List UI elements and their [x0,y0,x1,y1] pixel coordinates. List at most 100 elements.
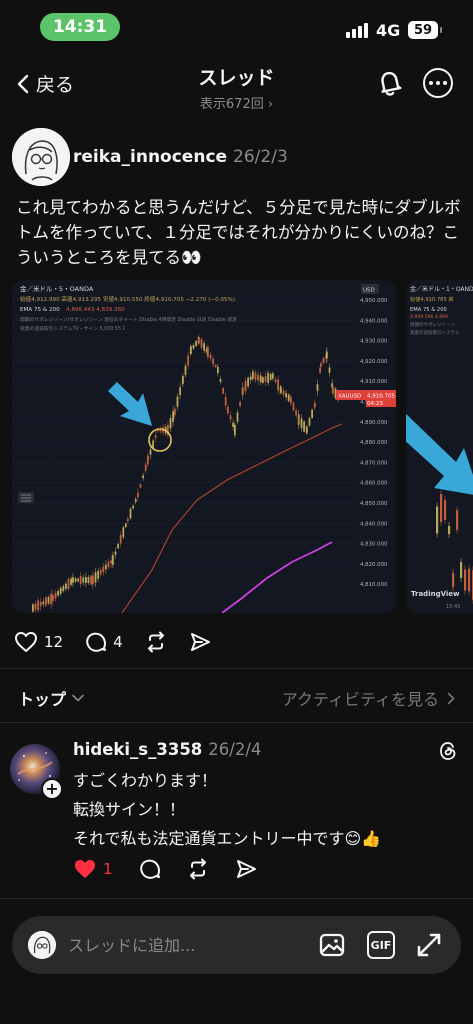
reply-body: すごくわかります！ 転換サイン！！ それで私も法定通貨エントリー中です😊👍 [73,766,381,853]
candle-body [144,464,147,471]
candle-body [139,484,142,488]
candle-body [39,601,42,607]
chart-image-1[interactable]: 金／米ドル・5・OANDA 始値4,912.990 高値4,913.295 安値… [12,280,396,613]
candle-body [47,597,50,604]
candle-body [147,455,149,465]
reply-comment-button[interactable] [139,858,161,880]
sort-dropdown[interactable]: トップ [18,686,84,710]
more-options-button[interactable] [423,68,453,98]
candle-body [70,578,72,585]
candle-body [232,422,234,427]
divider [0,668,473,669]
reply-author[interactable]: hideki_s_3358 26/2/4 [73,740,261,759]
comment-icon [139,859,160,879]
expand-icon[interactable] [415,931,443,959]
candle-body [222,388,224,394]
reply-author-name: hideki_s_3358 [73,740,203,759]
candle-body [174,408,176,416]
follow-button[interactable]: + [41,778,63,800]
candle-body [97,570,99,579]
candle-body [303,421,305,432]
chart-ohlc: 始値4,912.990 高値4,913.295 安値4,910.550 終値4,… [20,295,235,303]
heart-filled-icon [75,860,95,878]
candle-body [107,561,110,568]
repost-button[interactable] [145,631,167,653]
y-tick-label: 4,820.000 [360,562,388,568]
candle-body [236,412,239,422]
reply-line: それで私も法定通貨エントリー中です😊👍 [73,829,382,848]
reply-repost-button[interactable] [187,858,209,880]
price-symbol: XAUUSD [338,394,361,400]
repost-icon [189,858,206,880]
candle-body [252,371,254,379]
candle-body [460,562,463,578]
candle-body [125,523,127,528]
tradingview-watermark: TradingView [411,590,460,598]
candle-body [142,475,144,479]
image-icon[interactable] [318,931,346,959]
post-images[interactable]: 金／米ドル・5・OANDA 始値4,912.990 高値4,913.295 安値… [12,280,473,614]
candle-body [440,494,443,522]
candle-body [203,343,205,351]
avatar[interactable] [12,128,70,186]
reply-input[interactable] [68,932,288,958]
candle-body [52,595,54,601]
candle-body [298,418,300,422]
candle-body [187,355,189,366]
reply-share-button[interactable] [235,858,257,880]
like-count: 12 [44,633,64,651]
chart2-indicator-1: 周期のサポレジゾーン [410,321,455,328]
notification-bell-icon[interactable] [375,68,405,98]
candle-body [322,358,325,364]
reply-line: すごくわかります！ [73,771,218,790]
sort-label: トップ [18,690,67,709]
candle-body [74,578,77,582]
post-actions: 12 4 [14,624,233,660]
signal-icon [346,22,368,38]
candle-body [229,415,232,420]
candle-body [45,597,47,606]
share-button[interactable] [189,631,211,653]
price-value: 4,910.705 [367,394,395,400]
reply-date: 26/2/4 [208,740,262,759]
chart-currency: USD [363,288,375,294]
comment-button[interactable]: 4 [85,631,123,653]
post-author[interactable]: reika_innocence 26/2/3 [73,147,288,167]
candle-body [239,402,241,406]
reply-like-button[interactable]: 1 [73,858,113,880]
chart-indicator-2: 裁量の遊技取引システムTV・サイン 5,000 55 1 [20,325,126,332]
candle-body [169,418,172,429]
y-tick-label: 4,850.000 [360,501,388,507]
candle-body [190,346,192,354]
candle-body [85,577,87,583]
chart-image-2[interactable]: 金／米ドル・1・OANDA 始値4,910.785 高 EMA 75 & 200… [406,280,473,613]
candle-body [102,566,105,573]
post-date: 26/2/3 [233,147,288,167]
candle-body [184,365,187,375]
chart2-time: 15:45 [446,604,460,610]
avatar-drawing [12,128,70,186]
candle-body [280,388,282,392]
candle-body [87,577,90,583]
candle-body [464,569,467,591]
candle-body [290,396,292,404]
candle-body [328,367,331,373]
reply-line: 転換サイン！！ [73,800,186,819]
candle-body [436,506,439,534]
candle-body [92,575,94,585]
candle-body [105,564,107,570]
candle-body [176,396,179,407]
candle-body [234,424,236,436]
gif-button[interactable]: GIF [367,931,395,959]
candle-body [217,366,219,374]
view-activity-link[interactable]: アクティビティを見る [282,686,455,710]
y-tick-label: 4,950.000 [360,298,388,304]
candle-body [247,378,249,387]
candle-body [122,527,125,538]
candle-body [90,575,92,585]
reply-sort-row: トップ アクティビティを見る [0,680,473,716]
candle-body [129,508,132,519]
like-button[interactable]: 12 [14,631,63,653]
divider [0,898,473,899]
candle-body [79,575,82,585]
